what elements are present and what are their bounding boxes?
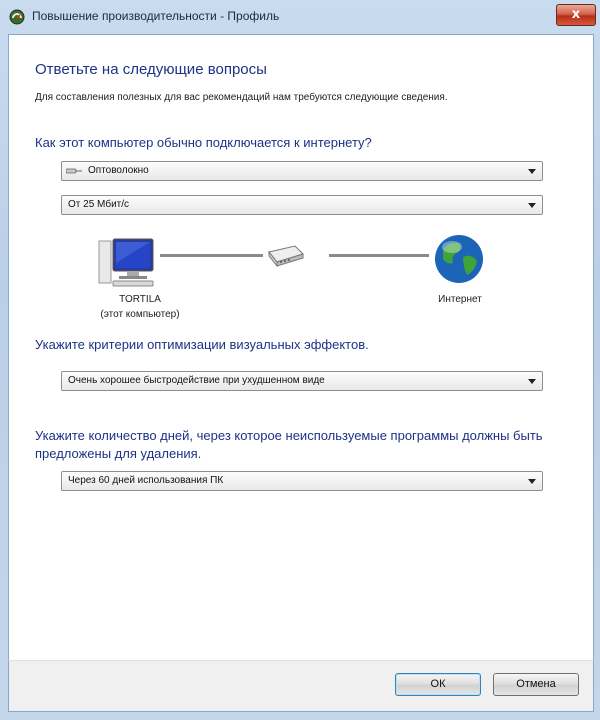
cable-icon: [66, 168, 82, 174]
connection-speed-value: От 25 Мбит/с: [68, 199, 130, 210]
visual-effects-value: Очень хорошее быстродействие при ухудшен…: [68, 375, 325, 386]
connection-line: [160, 254, 263, 257]
title-bar: Повышение производительности - Профиль x: [0, 0, 600, 34]
computer-name-label: TORTILA: [119, 294, 161, 305]
cancel-button[interactable]: Отмена: [493, 673, 579, 696]
dropdown-arrow-icon: [528, 169, 536, 174]
window-frame: Повышение производительности - Профиль x…: [0, 0, 600, 720]
visual-effects-select[interactable]: Очень хорошее быстродействие при ухудшен…: [61, 371, 543, 391]
visual-effects-question: Укажите критерии оптимизации визуальных …: [35, 337, 369, 352]
unused-programs-select[interactable]: Через 60 дней использования ПК: [61, 471, 543, 491]
computer-icon: [98, 238, 154, 287]
router-icon: [268, 245, 304, 268]
window-title: Повышение производительности - Профиль: [32, 9, 280, 23]
unused-programs-question: Укажите количество дней, через которое н…: [35, 428, 543, 461]
close-button[interactable]: x: [556, 4, 596, 26]
connection-line: [329, 254, 429, 257]
globe-icon: [435, 235, 483, 283]
button-bar: ОК Отмена: [8, 660, 594, 712]
unused-programs-value: Через 60 дней использования ПК: [68, 475, 224, 486]
page-description: Для составления полезных для вас рекомен…: [35, 92, 448, 103]
connection-type-value: Оптоволокно: [88, 165, 149, 176]
ok-button[interactable]: ОК: [395, 673, 481, 696]
dropdown-arrow-icon: [528, 203, 536, 208]
page-heading: Ответьте на следующие вопросы: [35, 61, 267, 78]
app-icon: [9, 9, 25, 25]
connection-speed-select[interactable]: От 25 Мбит/с: [61, 195, 543, 215]
internet-label: Интернет: [438, 294, 482, 305]
connection-question: Как этот компьютер обычно подключается к…: [35, 135, 372, 150]
connection-type-select[interactable]: Оптоволокно: [61, 161, 543, 181]
content-area: Ответьте на следующие вопросы Для состав…: [8, 34, 594, 662]
dropdown-arrow-icon: [528, 379, 536, 384]
dropdown-arrow-icon: [528, 479, 536, 484]
computer-sublabel: (этот компьютер): [100, 309, 180, 320]
